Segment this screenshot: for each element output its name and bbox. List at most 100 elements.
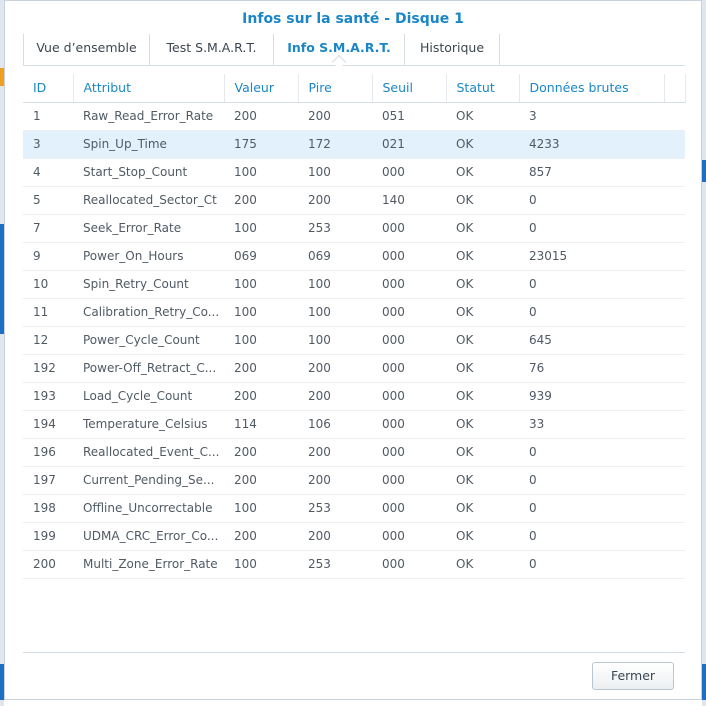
- cell-filler: [664, 298, 685, 327]
- column-header-status[interactable]: Statut: [446, 74, 520, 103]
- cell-value: 100: [224, 214, 298, 243]
- cell-id: 7: [23, 214, 73, 243]
- table-row[interactable]: 10 Spin_Retry_Count 100 100 000 OK 0: [23, 270, 685, 299]
- cell-worst: 200: [298, 354, 372, 383]
- cell-value: 200: [224, 186, 298, 215]
- cell-raw-data: 0: [519, 214, 664, 243]
- cell-status: OK: [446, 550, 519, 579]
- table-row[interactable]: 200 Multi_Zone_Error_Rate 100 253 000 OK 0: [23, 550, 685, 579]
- cell-value: 200: [224, 522, 298, 551]
- cell-threshold: 000: [372, 242, 446, 271]
- cell-attribute: Reallocated_Sector_Ct: [73, 186, 224, 215]
- column-header-worst[interactable]: Pire: [298, 74, 373, 103]
- column-header-id[interactable]: ID: [23, 74, 74, 103]
- cell-status: OK: [446, 298, 519, 327]
- cell-value: 200: [224, 438, 298, 467]
- cell-threshold: 000: [372, 382, 446, 411]
- table-row[interactable]: 12 Power_Cycle_Count 100 100 000 OK 645: [23, 326, 685, 355]
- table-row[interactable]: 199 UDMA_CRC_Error_Co... 200 200 000 OK 0: [23, 522, 685, 551]
- table-row[interactable]: 193 Load_Cycle_Count 200 200 000 OK 939: [23, 382, 685, 411]
- cell-attribute: Temperature_Celsius: [73, 410, 224, 439]
- cell-id: 200: [23, 550, 73, 579]
- cell-raw-data: 0: [519, 550, 664, 579]
- cell-worst: 200: [298, 522, 372, 551]
- cell-filler: [664, 130, 685, 159]
- column-header-attribute[interactable]: Attribut: [73, 74, 225, 103]
- cell-status: OK: [446, 466, 519, 495]
- cell-worst: 200: [298, 186, 372, 215]
- cell-worst: 200: [298, 466, 372, 495]
- background-accent: [702, 160, 706, 182]
- table-row[interactable]: 1 Raw_Read_Error_Rate 200 200 051 OK 3: [23, 102, 685, 131]
- cell-value: 100: [224, 326, 298, 355]
- cell-threshold: 000: [372, 214, 446, 243]
- cell-worst: 106: [298, 410, 372, 439]
- cell-id: 11: [23, 298, 73, 327]
- cell-threshold: 000: [372, 298, 446, 327]
- footer-divider: [23, 652, 685, 653]
- cell-status: OK: [446, 382, 519, 411]
- cell-value: 069: [224, 242, 298, 271]
- cell-threshold: 051: [372, 102, 446, 131]
- column-header-threshold[interactable]: Seuil: [372, 74, 447, 103]
- cell-threshold: 000: [372, 522, 446, 551]
- cell-filler: [664, 354, 685, 383]
- cell-raw-data: 939: [519, 382, 664, 411]
- cell-status: OK: [446, 522, 519, 551]
- cell-value: 200: [224, 382, 298, 411]
- tab-overview[interactable]: Vue d’ensemble: [23, 34, 150, 65]
- table-row[interactable]: 9 Power_On_Hours 069 069 000 OK 23015: [23, 242, 685, 271]
- cell-id: 196: [23, 438, 73, 467]
- table-row[interactable]: 7 Seek_Error_Rate 100 253 000 OK 0: [23, 214, 685, 243]
- table-row[interactable]: 196 Reallocated_Event_C... 200 200 000 OK 0: [23, 438, 685, 467]
- cell-attribute: Power-Off_Retract_C...: [73, 354, 224, 383]
- cell-attribute: Offline_Uncorrectable: [73, 494, 224, 523]
- cell-id: 197: [23, 466, 73, 495]
- cell-raw-data: 0: [519, 494, 664, 523]
- close-button[interactable]: Fermer: [592, 662, 674, 690]
- tab-history[interactable]: Historique: [405, 34, 500, 65]
- cell-filler: [664, 438, 685, 467]
- cell-raw-data: 0: [519, 186, 664, 215]
- table-row[interactable]: 198 Offline_Uncorrectable 100 253 000 OK 0: [23, 494, 685, 523]
- cell-id: 3: [23, 130, 73, 159]
- cell-worst: 100: [298, 298, 372, 327]
- tab-bar: Vue d’ensemble Test S.M.A.R.T. Info S.M.…: [23, 34, 685, 66]
- cell-filler: [664, 466, 685, 495]
- cell-raw-data: 76: [519, 354, 664, 383]
- cell-worst: 172: [298, 130, 372, 159]
- cell-id: 1: [23, 102, 73, 131]
- cell-value: 200: [224, 102, 298, 131]
- cell-raw-data: 0: [519, 438, 664, 467]
- cell-id: 192: [23, 354, 73, 383]
- cell-attribute: Power_On_Hours: [73, 242, 224, 271]
- column-header-filler: [664, 74, 686, 103]
- cell-filler: [664, 410, 685, 439]
- cell-attribute: Start_Stop_Count: [73, 158, 224, 187]
- cell-threshold: 000: [372, 466, 446, 495]
- smart-attributes-grid: ID Attribut Valeur Pire Seuil Statut Don…: [23, 74, 686, 584]
- cell-status: OK: [446, 186, 519, 215]
- cell-attribute: Seek_Error_Rate: [73, 214, 224, 243]
- table-row[interactable]: 11 Calibration_Retry_Co... 100 100 000 OK 0: [23, 298, 685, 327]
- table-row[interactable]: 192 Power-Off_Retract_C... 200 200 000 OK 76: [23, 354, 685, 383]
- cell-worst: 100: [298, 158, 372, 187]
- column-header-raw-data[interactable]: Données brutes: [519, 74, 665, 103]
- cell-worst: 100: [298, 326, 372, 355]
- table-row[interactable]: 3 Spin_Up_Time 175 172 021 OK 4233: [23, 130, 685, 159]
- cell-value: 114: [224, 410, 298, 439]
- cell-attribute: Spin_Up_Time: [73, 130, 224, 159]
- table-row[interactable]: 5 Reallocated_Sector_Ct 200 200 140 OK 0: [23, 186, 685, 215]
- cell-threshold: 021: [372, 130, 446, 159]
- tab-smart-test[interactable]: Test S.M.A.R.T.: [150, 34, 274, 65]
- cell-filler: [664, 326, 685, 355]
- column-header-value[interactable]: Valeur: [224, 74, 299, 103]
- cell-filler: [664, 102, 685, 131]
- cell-status: OK: [446, 214, 519, 243]
- cell-value: 100: [224, 550, 298, 579]
- cell-value: 100: [224, 270, 298, 299]
- table-row[interactable]: 197 Current_Pending_Se... 200 200 000 OK 0: [23, 466, 685, 495]
- table-row[interactable]: 194 Temperature_Celsius 114 106 000 OK 33: [23, 410, 685, 439]
- cell-status: OK: [446, 130, 519, 159]
- table-row[interactable]: 4 Start_Stop_Count 100 100 000 OK 857: [23, 158, 685, 187]
